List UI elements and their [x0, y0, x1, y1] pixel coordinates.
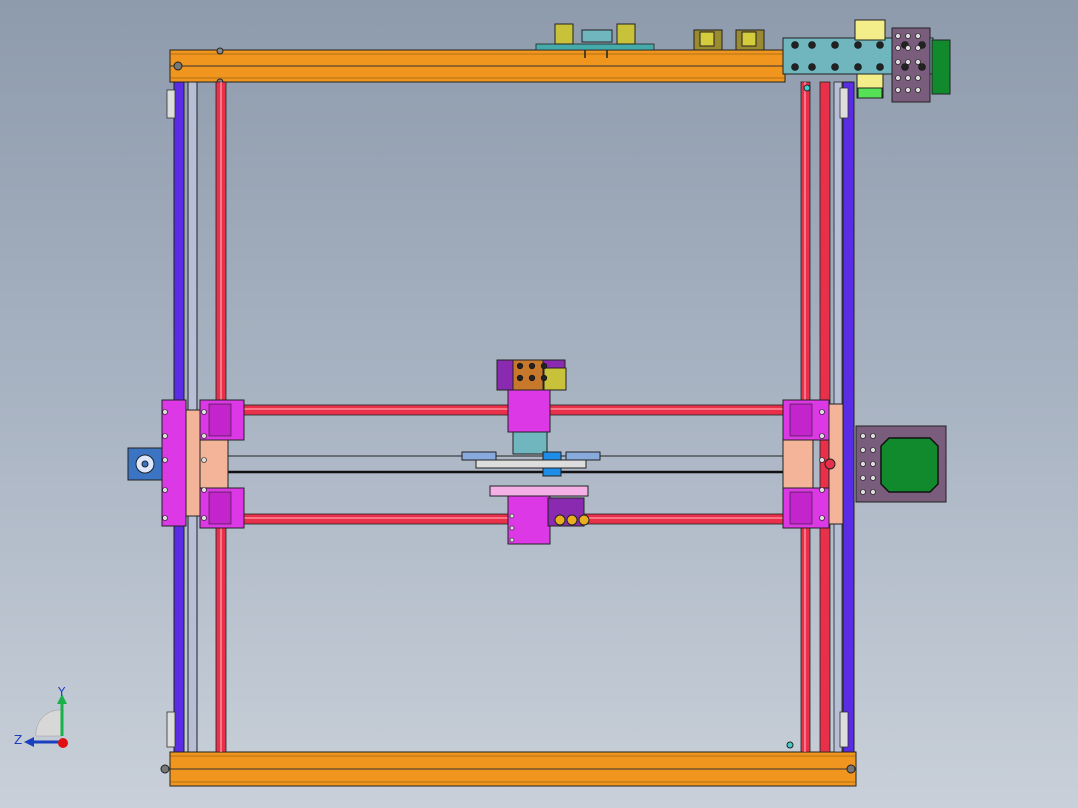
axis-triad: Y Z [14, 685, 68, 748]
motor-hole [905, 45, 911, 51]
triad-arc [35, 709, 63, 737]
plate-hole [831, 41, 839, 49]
motor-hole [905, 87, 911, 93]
head-hole [540, 362, 548, 370]
bolt [201, 409, 207, 415]
bolt [201, 433, 207, 439]
motor-hole [860, 433, 866, 439]
motor-hole [860, 489, 866, 495]
bottom-frame-beam[interactable] [160, 751, 857, 787]
motor-hole [870, 461, 876, 467]
plate-hole [876, 41, 884, 49]
y-axis-label: Y [57, 685, 66, 699]
plate-hole [791, 41, 799, 49]
head-hole [509, 537, 515, 543]
plate-hole [808, 41, 816, 49]
head-hole [516, 374, 524, 382]
bolt [201, 487, 207, 493]
motor-hole [860, 461, 866, 467]
bolt [819, 487, 825, 493]
motor-hole [870, 489, 876, 495]
motor-hole [915, 45, 921, 51]
bolt [162, 409, 168, 415]
plate-hole [854, 41, 862, 49]
motor-hole [895, 87, 901, 93]
plate-hole [791, 63, 799, 71]
x-axis-stepper-motor[interactable] [855, 425, 947, 503]
top-frame-beam[interactable] [169, 47, 786, 86]
motor-hole [870, 433, 876, 439]
bolt [162, 487, 168, 493]
cad-viewport[interactable] [0, 0, 1078, 808]
head-hole [528, 362, 536, 370]
motor-hole [915, 87, 921, 93]
motor-hole [905, 33, 911, 39]
top-connector-1[interactable] [693, 29, 723, 51]
motor-hole [895, 33, 901, 39]
head-hole [516, 362, 524, 370]
motor-hole [915, 59, 921, 65]
plate-hole [808, 63, 816, 71]
top-connector-2[interactable] [735, 29, 765, 51]
motor-hole [905, 75, 911, 81]
bolt [819, 433, 825, 439]
bolt [819, 457, 825, 463]
motor-hole [915, 75, 921, 81]
motor-hole [895, 75, 901, 81]
motor-hole [895, 59, 901, 65]
motor-hole [870, 475, 876, 481]
plate-hole [876, 63, 884, 71]
bolt [819, 409, 825, 415]
head-hole [528, 374, 536, 382]
bolt [162, 515, 168, 521]
right-gantry-carriage[interactable] [782, 399, 844, 529]
origin-dot [58, 738, 68, 748]
plate-hole [918, 63, 926, 71]
motor-hole [860, 447, 866, 453]
bolt [201, 515, 207, 521]
left-gantry-carriage[interactable] [127, 399, 245, 529]
motor-hole [870, 447, 876, 453]
motor-hole [895, 45, 901, 51]
motor-hole [915, 33, 921, 39]
bolt [201, 457, 207, 463]
head-hole [509, 525, 515, 531]
bolt [162, 433, 168, 439]
plate-hole [831, 63, 839, 71]
bolt [819, 515, 825, 521]
z-axis-label: Z [14, 733, 22, 747]
head-hole [509, 513, 515, 519]
plate-hole [854, 63, 862, 71]
motor-hole [905, 59, 911, 65]
head-hole [540, 374, 548, 382]
motor-hole [860, 475, 866, 481]
bolt [162, 457, 168, 463]
z-axis-arrowhead [24, 737, 34, 747]
